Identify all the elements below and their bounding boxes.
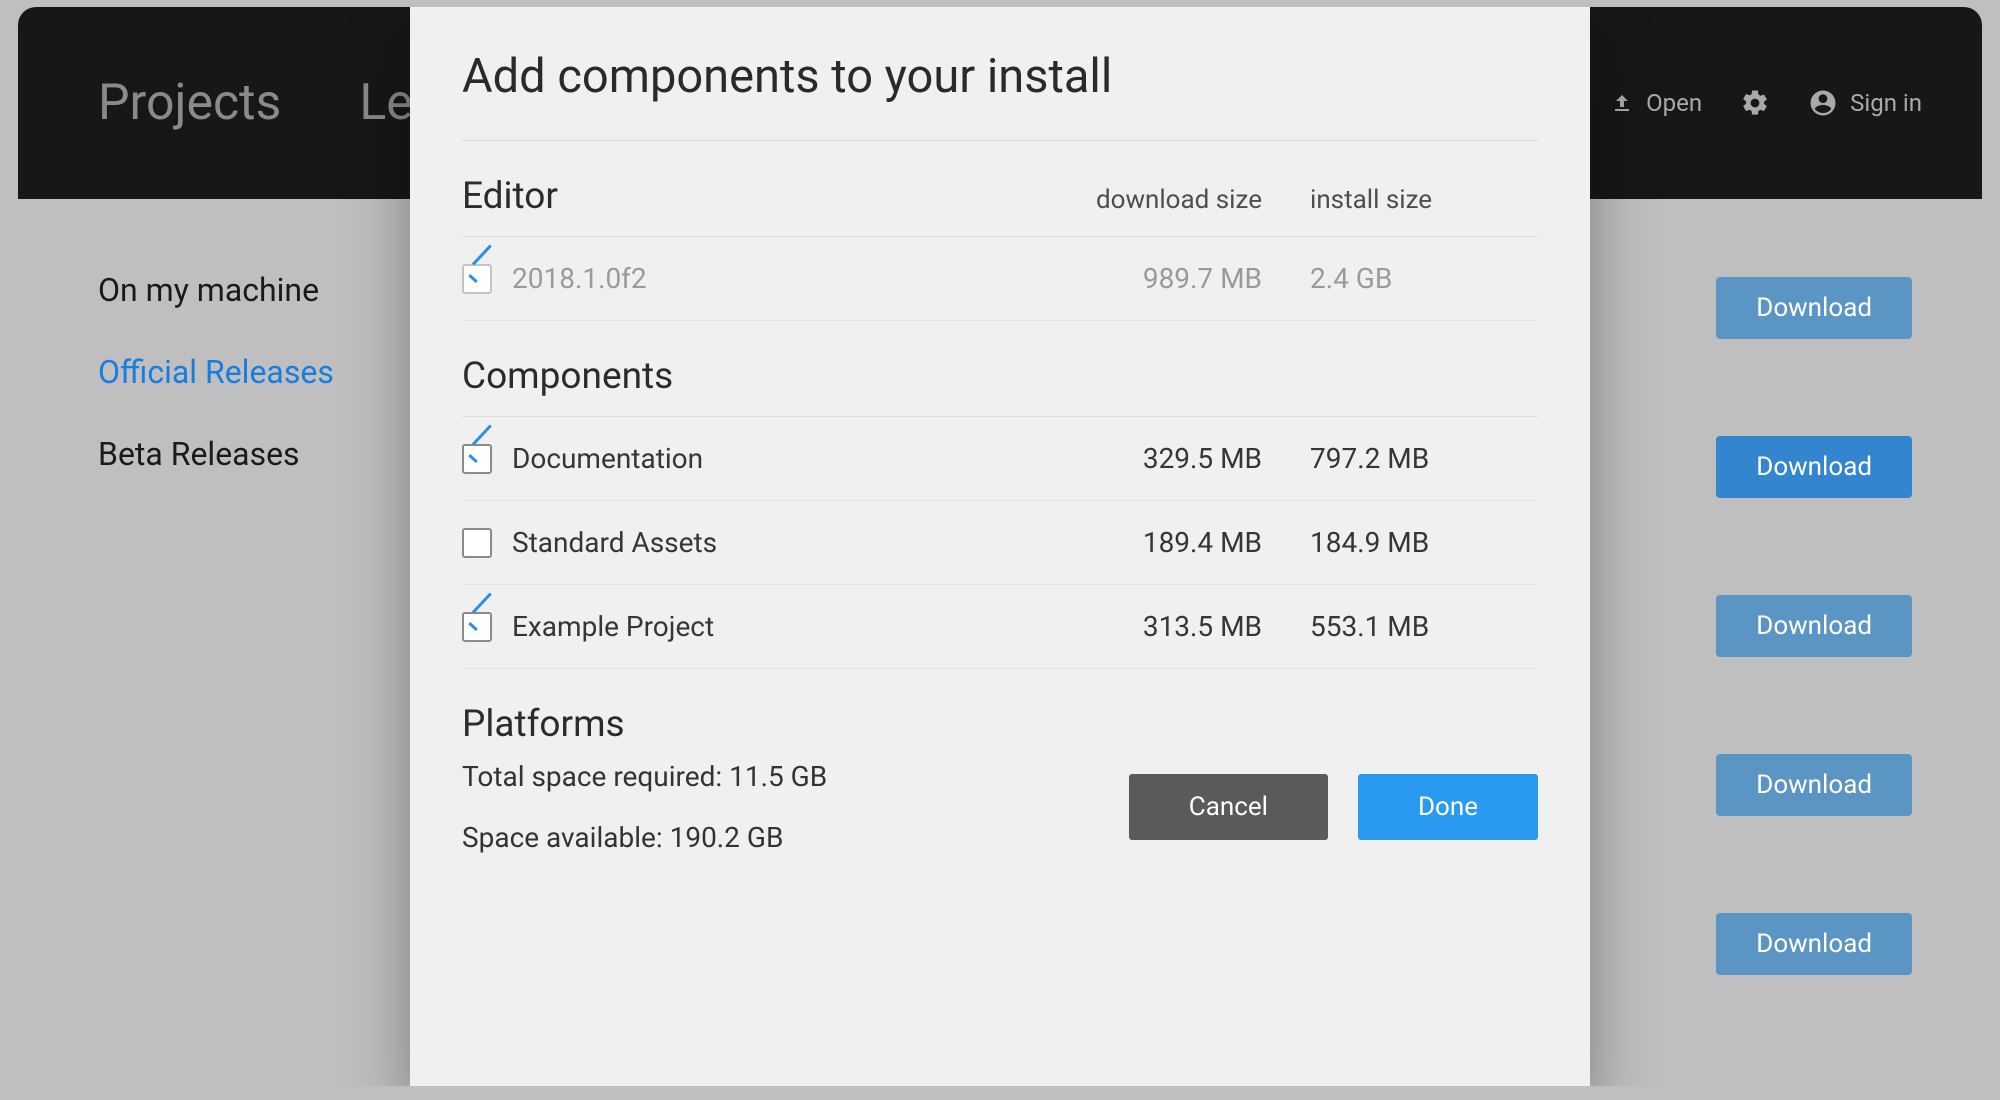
- component-install-size: 184.9 MB: [1310, 526, 1530, 559]
- editor-install-size: 2.4 GB: [1310, 262, 1530, 295]
- component-download-size: 313.5 MB: [1022, 610, 1262, 643]
- section-editor: Editor: [462, 175, 1022, 218]
- component-checkbox[interactable]: [462, 528, 492, 558]
- component-row: Standard Assets 189.4 MB 184.9 MB: [462, 501, 1538, 585]
- component-install-size: 553.1 MB: [1310, 610, 1530, 643]
- modal-overlay: Add components to your install Editor do…: [18, 7, 1982, 1086]
- total-space-required: Total space required: 11.5 GB: [462, 760, 827, 793]
- component-name: Documentation: [512, 442, 1022, 475]
- col-download-size: download size: [1022, 185, 1262, 215]
- component-row: Documentation 329.5 MB 797.2 MB: [462, 417, 1538, 501]
- component-checkbox[interactable]: [462, 444, 492, 474]
- component-row: Example Project 313.5 MB 553.1 MB: [462, 585, 1538, 669]
- component-checkbox[interactable]: [462, 612, 492, 642]
- component-name: Standard Assets: [512, 526, 1022, 559]
- done-button[interactable]: Done: [1358, 774, 1538, 840]
- add-components-modal: Add components to your install Editor do…: [410, 7, 1590, 1086]
- editor-checkbox[interactable]: [462, 264, 492, 294]
- modal-title: Add components to your install: [462, 49, 1538, 141]
- component-install-size: 797.2 MB: [1310, 442, 1530, 475]
- section-components: Components: [462, 355, 1022, 398]
- col-install-size: install size: [1310, 185, 1530, 215]
- section-platforms: Platforms: [462, 703, 1538, 756]
- editor-name: 2018.1.0f2: [512, 262, 1022, 295]
- component-name: Example Project: [512, 610, 1022, 643]
- editor-download-size: 989.7 MB: [1022, 262, 1262, 295]
- component-download-size: 329.5 MB: [1022, 442, 1262, 475]
- component-download-size: 189.4 MB: [1022, 526, 1262, 559]
- cancel-button[interactable]: Cancel: [1129, 774, 1328, 840]
- editor-row: 2018.1.0f2 989.7 MB 2.4 GB: [462, 237, 1538, 321]
- space-available: Space available: 190.2 GB: [462, 821, 827, 854]
